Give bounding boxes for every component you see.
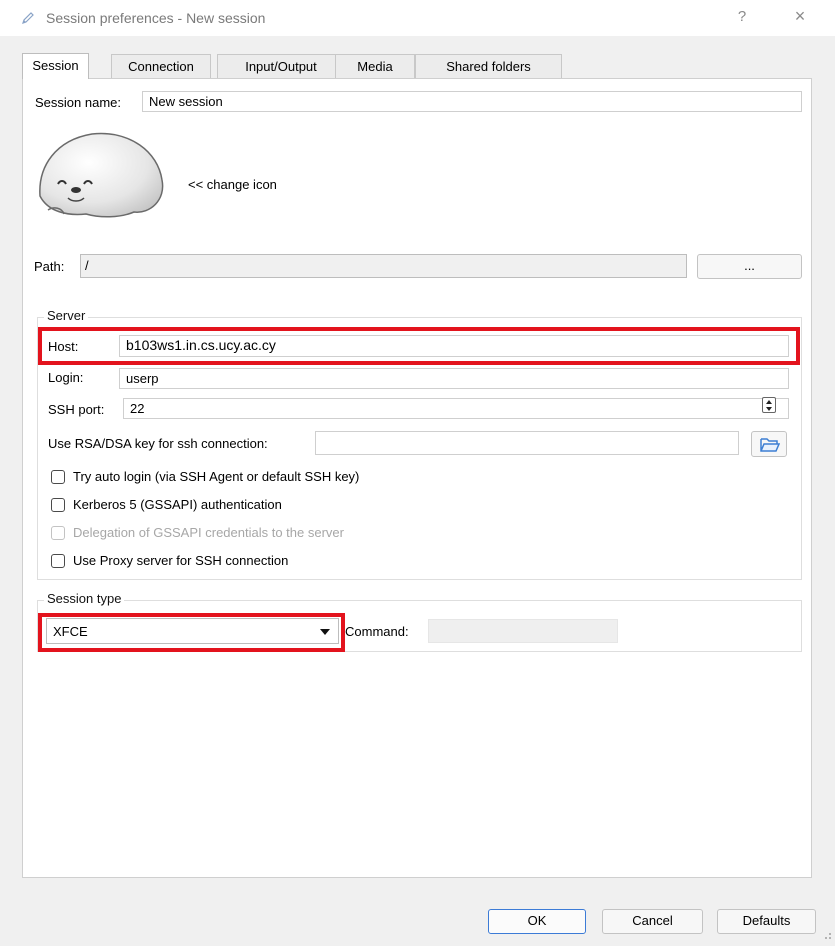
tab-session[interactable]: Session — [22, 53, 89, 79]
cancel-button[interactable]: Cancel — [602, 909, 703, 934]
pencil-icon — [22, 12, 34, 24]
session-type-value: XFCE — [53, 624, 88, 639]
path-label: Path: — [34, 259, 65, 274]
change-icon-label[interactable]: << change icon — [188, 177, 277, 192]
session-name-field[interactable]: New session — [142, 91, 802, 112]
browse-path-button[interactable]: ... — [697, 254, 802, 279]
session-type-select[interactable]: XFCE — [46, 618, 339, 644]
title-bar: Session preferences - New session ? × — [0, 0, 835, 36]
session-type-group-title: Session type — [44, 591, 125, 606]
kerberos-checkbox[interactable] — [51, 498, 65, 512]
path-field[interactable]: / — [80, 254, 687, 278]
seal-icon[interactable] — [34, 126, 170, 222]
tab-input-output[interactable]: Input/Output — [217, 54, 345, 78]
proxy-checkbox[interactable] — [51, 554, 65, 568]
tab-media[interactable]: Media — [335, 54, 415, 78]
server-group-title: Server — [44, 308, 89, 323]
rsa-key-field[interactable] — [315, 431, 739, 455]
gssapi-delegation-label: Delegation of GSSAPI credentials to the … — [73, 525, 344, 540]
session-name-label: Session name: — [35, 95, 121, 110]
defaults-button[interactable]: Defaults — [717, 909, 816, 934]
folder-open-icon — [760, 438, 780, 452]
resize-grip-icon[interactable] — [820, 928, 832, 940]
command-label: Command: — [345, 624, 409, 639]
ssh-port-field[interactable]: 22 — [123, 398, 789, 419]
browse-key-button[interactable] — [751, 431, 787, 457]
gssapi-delegation-checkbox — [51, 526, 65, 540]
host-field[interactable]: b103ws1.in.cs.ucy.ac.cy — [119, 335, 789, 357]
ok-button[interactable]: OK — [488, 909, 586, 934]
kerberos-label: Kerberos 5 (GSSAPI) authentication — [73, 497, 282, 512]
tab-connection[interactable]: Connection — [111, 54, 211, 78]
close-button[interactable]: × — [790, 6, 810, 27]
proxy-label: Use Proxy server for SSH connection — [73, 553, 289, 568]
help-button[interactable]: ? — [734, 8, 750, 25]
login-label: Login: — [48, 370, 84, 385]
rsa-key-label: Use RSA/DSA key for ssh connection: — [48, 436, 268, 451]
login-field[interactable]: userp — [119, 368, 789, 389]
ssh-port-label: SSH port: — [48, 402, 105, 417]
auto-login-checkbox[interactable] — [51, 470, 65, 484]
command-field[interactable] — [428, 619, 618, 643]
chevron-down-icon — [320, 629, 330, 635]
ssh-port-spinner[interactable] — [762, 397, 776, 413]
host-label: Host: — [48, 339, 79, 354]
tab-shared-folders[interactable]: Shared folders — [415, 54, 562, 78]
window-title: Session preferences - New session — [46, 10, 266, 26]
auto-login-label: Try auto login (via SSH Agent or default… — [73, 469, 360, 484]
